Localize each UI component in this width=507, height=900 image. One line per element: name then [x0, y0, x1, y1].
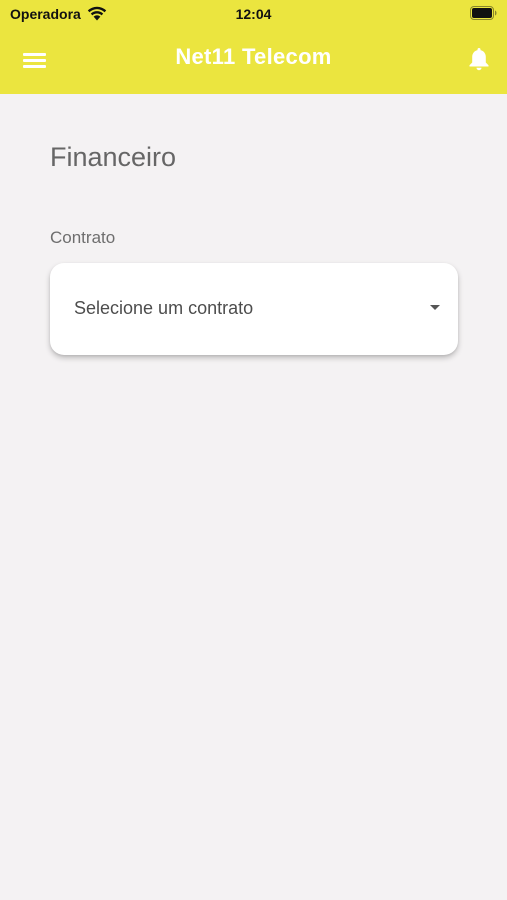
contract-label: Contrato — [50, 228, 116, 247]
page-title: Financeiro — [50, 142, 177, 172]
battery-icon — [470, 6, 497, 20]
bell-icon[interactable] — [467, 46, 491, 72]
caret-down-icon — [430, 305, 440, 310]
top-bar: Operadora 12:04 Net11 Telecom — [0, 0, 507, 94]
contract-select-placeholder: Selecione um contrato — [74, 298, 254, 318]
status-bar: Operadora 12:04 — [0, 0, 507, 28]
app-bar: Net11 Telecom — [0, 28, 507, 94]
contract-select[interactable]: Selecione um contrato — [50, 263, 458, 355]
app-screen: Operadora 12:04 Net11 Telecom Financeiro… — [0, 0, 507, 900]
status-time: 12:04 — [235, 6, 272, 22]
app-title: Net11 Telecom — [175, 44, 332, 69]
